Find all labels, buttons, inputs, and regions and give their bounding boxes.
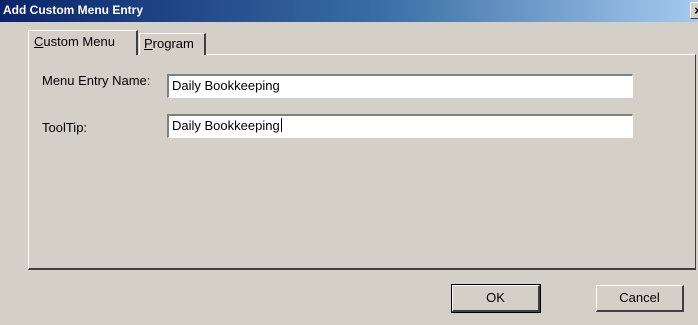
close-button[interactable]: × <box>690 2 698 19</box>
menu-entry-name-label: Menu Entry Name: <box>42 73 151 88</box>
tab-custom-menu[interactable]: Custom Menu <box>28 30 138 55</box>
text-caret <box>280 118 282 132</box>
tooltip-label: ToolTip: <box>42 120 88 135</box>
ok-button[interactable]: OK <box>451 284 541 313</box>
title-bar[interactable]: Add Custom Menu Entry × <box>0 0 698 22</box>
cancel-button[interactable]: Cancel <box>596 285 684 312</box>
tab-program-label: rogram <box>152 36 194 51</box>
menu-entry-name-input[interactable]: Daily Bookkeeping <box>167 74 633 98</box>
close-icon: × <box>694 3 698 18</box>
tab-program[interactable]: Program <box>139 33 206 55</box>
tooltip-input[interactable]: Daily Bookkeeping <box>167 114 633 138</box>
tab-program-mnemonic: P <box>144 36 153 51</box>
window-title: Add Custom Menu Entry <box>3 3 143 17</box>
tooltip-value: Daily Bookkeeping <box>172 118 280 133</box>
tab-custom-menu-mnemonic: C <box>34 34 44 49</box>
menu-entry-name-value: Daily Bookkeeping <box>172 78 280 93</box>
tab-custom-menu-label: ustom Menu <box>43 34 115 49</box>
